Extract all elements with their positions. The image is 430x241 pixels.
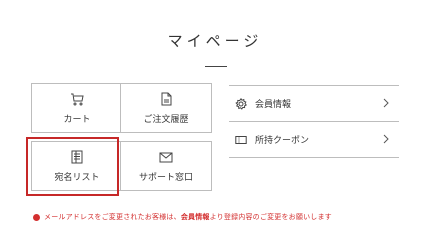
coupon-icon [235, 135, 247, 144]
document-icon [161, 92, 172, 106]
member-info-link[interactable]: 会員情報 [229, 86, 399, 122]
mail-icon [159, 152, 173, 163]
order-history-button[interactable]: ご注文履歴 [120, 83, 212, 133]
notice-suffix: より登録内容のご変更をお願いします [209, 213, 332, 221]
account-menu: 会員情報 所持クーポン [229, 85, 399, 158]
member-info-label: 会員情報 [255, 100, 292, 110]
alert-dot-icon [33, 213, 40, 221]
chevron-right-icon [383, 134, 389, 144]
title-divider [205, 66, 227, 67]
coupon-label: 所持クーポン [255, 136, 310, 146]
coupon-link[interactable]: 所持クーポン [229, 122, 399, 158]
chevron-right-icon [383, 98, 389, 108]
page-title: マイページ [167, 32, 263, 50]
address-list-button[interactable]: 宛名リスト [31, 141, 123, 191]
cart-icon [71, 93, 84, 106]
gear-icon [235, 97, 247, 110]
member-info-notice-link[interactable]: 会員情報 [181, 212, 210, 222]
email-change-notice: メールアドレスをご変更されたお客様は、 会員情報 より登録内容のご変更をお願いします [33, 212, 413, 222]
notice-prefix: メールアドレスをご変更されたお客様は、 [44, 213, 181, 221]
support-button[interactable]: サポート窓口 [120, 141, 212, 191]
cart-button[interactable]: カート [31, 83, 123, 133]
order-history-label: ご注文履歴 [143, 115, 189, 125]
cart-label: カート [63, 115, 91, 125]
support-label: サポート窓口 [138, 173, 193, 183]
address-list-icon [71, 150, 83, 164]
address-list-label: 宛名リスト [54, 173, 100, 183]
